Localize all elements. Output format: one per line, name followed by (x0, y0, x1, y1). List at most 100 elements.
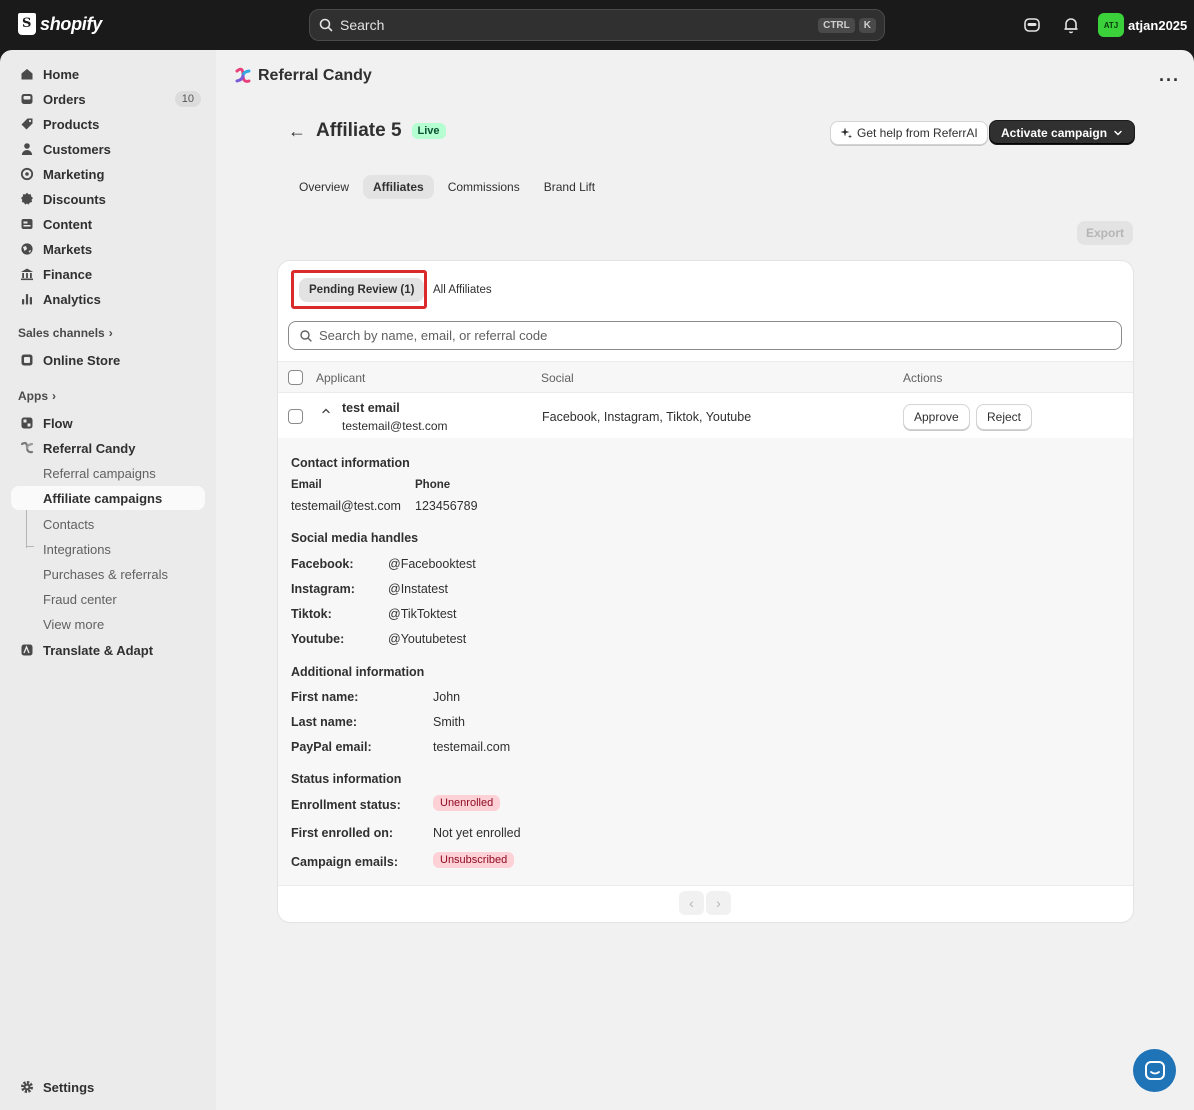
social-handles-heading: Social media handles (291, 531, 419, 545)
flow-icon (21, 417, 33, 429)
row-checkbox[interactable] (288, 409, 303, 424)
column-header-social: Social (541, 371, 574, 385)
global-search[interactable]: Search CTRL K (309, 9, 885, 41)
page-header: ← Affiliate 5 Live (288, 120, 446, 142)
table-row: test email testemail@test.com Facebook, … (278, 393, 1133, 438)
apps-label: Apps (18, 389, 48, 403)
subtab-all-affiliates[interactable]: All Affiliates (423, 278, 502, 302)
approve-button[interactable]: Approve (903, 404, 970, 430)
sidebar-item-label: Discounts (43, 191, 106, 207)
applicant-social: Facebook, Instagram, Tiktok, Youtube (542, 410, 752, 424)
sidebar-item-label: Referral Candy (43, 440, 136, 456)
sales-channels-header[interactable]: Sales channels › (18, 326, 113, 340)
youtube-label: Youtube: (291, 632, 345, 646)
shopify-logo[interactable]: shopify (18, 13, 102, 35)
subtab-pending-review[interactable]: Pending Review (1) (299, 278, 425, 302)
next-page-button[interactable]: › (706, 891, 731, 915)
sidebar-item-label: Finance (43, 266, 93, 282)
sparkle-icon (840, 127, 852, 139)
sidekick-icon[interactable] (1022, 15, 1042, 35)
sidebar-sub-fraud-center[interactable]: Fraud center (11, 587, 205, 611)
tab-commissions[interactable]: Commissions (438, 175, 530, 199)
home-icon (21, 69, 33, 80)
contact-info-heading: Contact information (291, 456, 410, 470)
affiliates-card: Pending Review (1) All Affiliates Search… (278, 261, 1133, 922)
search-placeholder: Search (340, 17, 385, 33)
sidebar-item-label: Flow (43, 415, 73, 431)
apps-header[interactable]: Apps › (18, 389, 56, 403)
chat-icon (1144, 1060, 1165, 1080)
applicant-details: Contact information Email Phone testemai… (278, 438, 1133, 886)
tab-affiliates[interactable]: Affiliates (363, 175, 434, 199)
sidebar-item-label: Translate & Adapt (43, 642, 154, 658)
email-value: testemail@test.com (291, 499, 401, 513)
bell-icon[interactable] (1061, 15, 1081, 35)
sidebar-item-home[interactable]: Home (11, 62, 205, 86)
column-header-actions: Actions (903, 371, 943, 385)
additional-info-heading: Additional information (291, 665, 425, 679)
user-menu[interactable]: ATJ atjan2025 (1098, 13, 1187, 37)
referral-candy-logo-icon (235, 67, 251, 83)
youtube-handle: @Youtubetest (388, 632, 467, 646)
sidebar-item-discounts[interactable]: Discounts (11, 187, 205, 211)
paypal-email-value: testemail.com (433, 740, 511, 754)
get-help-button[interactable]: Get help from ReferrAI (830, 121, 988, 145)
sidebar-item-customers[interactable]: Customers (11, 137, 205, 161)
tiktok-handle: @TikToktest (388, 607, 457, 621)
enrollment-status-badge: Unenrolled (433, 795, 501, 811)
inbox-icon (21, 94, 33, 104)
facebook-handle: @Facebooktest (388, 557, 476, 571)
column-header-applicant: Applicant (316, 371, 366, 385)
referral-candy-icon (20, 441, 34, 454)
shortcut-key-ctrl: CTRL (818, 17, 855, 33)
sidebar-item-label: Analytics (43, 291, 101, 307)
gear-icon (21, 1081, 33, 1093)
sidebar-item-online-store[interactable]: Online Store (11, 348, 205, 372)
applicant-email: testemail@test.com (342, 419, 448, 433)
sidebar-item-markets[interactable]: Markets (11, 237, 205, 261)
brand-wordmark: shopify (40, 13, 102, 34)
chevron-down-icon (1114, 130, 1122, 136)
sidebar-sub-purchases-referrals[interactable]: Purchases & referrals (11, 562, 205, 586)
chevron-right-icon: › (108, 326, 113, 340)
sidebar-item-settings[interactable]: Settings (11, 1075, 205, 1099)
affiliate-search-input[interactable]: Search by name, email, or referral code (288, 321, 1122, 350)
chevron-right-icon: › (52, 389, 56, 403)
sidebar-item-label: Customers (43, 141, 111, 157)
sidebar-sub-affiliate-campaigns[interactable]: Affiliate campaigns (11, 486, 205, 510)
get-help-label: Get help from ReferrAI (857, 126, 978, 140)
sidebar-item-referral-candy[interactable]: Referral Candy (11, 436, 205, 460)
pagination: ‹ › (679, 891, 731, 915)
sidebar-item-analytics[interactable]: Analytics (11, 287, 205, 311)
sidebar-item-finance[interactable]: Finance (11, 262, 205, 286)
globe-icon (21, 243, 33, 255)
image-icon (21, 219, 33, 229)
reject-button[interactable]: Reject (976, 404, 1033, 430)
sidebar-sub-contacts[interactable]: Contacts (11, 512, 205, 536)
bar-chart-icon (22, 294, 32, 305)
sidebar-sub-referral-campaigns[interactable]: Referral campaigns (11, 461, 205, 485)
export-button[interactable]: Export (1077, 221, 1133, 245)
sidebar-sub-integrations[interactable]: Integrations (11, 537, 205, 561)
sidebar-item-marketing[interactable]: Marketing (11, 162, 205, 186)
sidebar-item-products[interactable]: Products (11, 112, 205, 136)
back-arrow-icon[interactable]: ← (288, 121, 306, 142)
tab-overview[interactable]: Overview (289, 175, 359, 199)
tab-brand-lift[interactable]: Brand Lift (534, 175, 605, 199)
main-content: Referral Candy ··· ← Affiliate 5 Live Ge… (216, 50, 1194, 1110)
previous-page-button[interactable]: ‹ (679, 891, 704, 915)
sidebar-item-label: Orders (43, 91, 86, 107)
select-all-checkbox[interactable] (288, 370, 303, 385)
sidebar-item-translate-adapt[interactable]: Translate & Adapt (11, 638, 205, 662)
chat-launcher-button[interactable] (1133, 1049, 1176, 1092)
chevron-up-icon[interactable] (320, 405, 332, 417)
store-icon (21, 354, 33, 366)
sidebar-item-content[interactable]: Content (11, 212, 205, 236)
activate-campaign-button[interactable]: Activate campaign (989, 120, 1136, 145)
sidebar-item-orders[interactable]: Orders 10 (11, 87, 205, 111)
more-actions-icon[interactable]: ··· (1159, 70, 1180, 91)
sidebar-item-label: Content (43, 216, 93, 232)
sidebar-item-flow[interactable]: Flow (11, 411, 205, 435)
target-icon (20, 167, 34, 181)
sidebar-sub-view-more[interactable]: View more (11, 612, 205, 636)
